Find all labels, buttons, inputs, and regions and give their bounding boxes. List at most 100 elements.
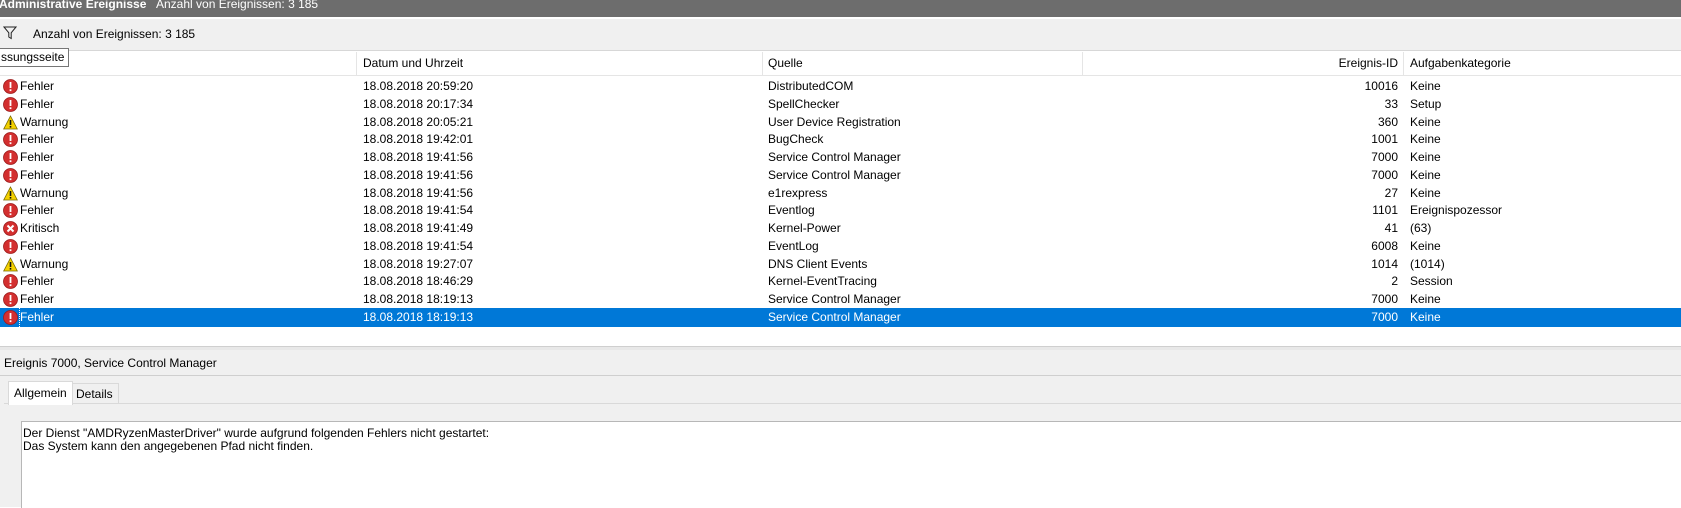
cell-datetime: 18.08.2018 20:17:34 xyxy=(363,96,474,111)
cell-level: Warnung xyxy=(20,185,69,200)
column-header-event-id[interactable]: Ereignis-ID xyxy=(1339,56,1398,70)
cell-datetime: 18.08.2018 19:42:01 xyxy=(363,132,474,147)
cell-source: DistributedCOM xyxy=(768,79,854,93)
table-row[interactable]: Warnung 18.08.2018 19:41:56 e1rexpress 27 Ke… xyxy=(0,184,1681,203)
cell-category: Session xyxy=(1410,274,1453,289)
error-icon xyxy=(3,203,18,219)
cell-event-id: 2 xyxy=(1391,274,1398,289)
column-header-source[interactable]: Quelle xyxy=(768,56,803,70)
filter-icon[interactable] xyxy=(3,26,17,40)
filter-bar: Anzahl von Ereignissen: 3 185 xyxy=(0,19,1681,51)
cell-source: Service Control Manager xyxy=(768,309,901,324)
error-icon xyxy=(3,150,18,165)
cell-level: Fehler xyxy=(20,203,55,218)
cell-level: Fehler xyxy=(20,238,55,253)
warning-icon xyxy=(3,185,18,200)
event-message-line: Das System kann den angegebenen Pfad nic… xyxy=(23,439,314,453)
warning-icon xyxy=(3,114,18,129)
table-row[interactable]: Fehler 18.08.2018 19:42:01 BugCheck 1001 Kei… xyxy=(0,130,1681,149)
cell-level: Fehler xyxy=(20,96,55,111)
cell-source: Eventlog xyxy=(768,203,815,218)
cell-datetime: 18.08.2018 19:41:54 xyxy=(363,238,474,253)
error-icon xyxy=(3,79,18,94)
column-header-category[interactable]: Aufgabenkategorie xyxy=(1410,56,1511,70)
cell-datetime: 18.08.2018 19:41:56 xyxy=(363,185,474,200)
cell-level: Fehler xyxy=(20,309,55,324)
cell-source: BugCheck xyxy=(768,132,824,147)
table-row[interactable]: Fehler 18.08.2018 18:19:13 Service Control… xyxy=(0,290,1681,309)
column-separator[interactable] xyxy=(1403,52,1404,75)
table-row[interactable]: Warnung 18.08.2018 19:27:07 DNS Client Eve… xyxy=(0,255,1681,274)
error-icon xyxy=(3,292,18,307)
cell-event-id: 6008 xyxy=(1371,238,1398,253)
table-row[interactable]: Fehler 18.08.2018 19:41:56 Service Control… xyxy=(0,148,1681,167)
event-list[interactable]: Datum und Uhrzeit Quelle Ereignis-ID Auf… xyxy=(0,52,1681,347)
cell-level: Warnung xyxy=(20,256,69,271)
cell-level: Warnung xyxy=(20,114,69,129)
cell-level: Fehler xyxy=(20,167,55,182)
cell-category: Keine xyxy=(1410,114,1441,129)
cell-event-id: 7000 xyxy=(1371,309,1398,324)
cell-datetime: 18.08.2018 20:59:20 xyxy=(363,79,474,93)
error-icon xyxy=(3,167,18,183)
cell-datetime: 18.08.2018 19:41:49 xyxy=(363,221,474,235)
cell-datetime: 18.08.2018 20:05:21 xyxy=(363,114,474,129)
error-icon xyxy=(3,96,18,112)
column-separator[interactable] xyxy=(762,52,763,75)
tooltip: ssungsseite xyxy=(0,48,70,67)
critical-icon xyxy=(3,221,18,236)
table-row[interactable]: Fehler 18.08.2018 20:59:20 DistributedCOM 1… xyxy=(0,77,1681,96)
cell-source: DNS Client Events xyxy=(768,256,868,271)
cell-category: Keine xyxy=(1410,167,1441,182)
cell-datetime: 18.08.2018 19:41:56 xyxy=(363,150,474,164)
cell-datetime: 18.08.2018 19:41:56 xyxy=(363,167,474,182)
cell-category: Keine xyxy=(1410,79,1441,93)
table-row[interactable]: Fehler 18.08.2018 19:41:54 EventLog 6008 Kei… xyxy=(0,237,1681,256)
cell-category: Keine xyxy=(1410,132,1441,147)
event-detail-title: Ereignis 7000, Service Control Manager xyxy=(4,356,217,370)
cell-event-id: 7000 xyxy=(1371,167,1398,182)
table-row[interactable]: Fehler 18.08.2018 20:17:34 SpellChecker 33 S… xyxy=(0,95,1681,114)
table-row[interactable]: Fehler 18.08.2018 18:19:13 Service Control… xyxy=(0,307,1681,327)
cell-source: Service Control Manager xyxy=(768,167,901,182)
table-row[interactable]: Fehler 18.08.2018 19:41:54 Eventlog 1101 Ere… xyxy=(0,201,1681,220)
cell-category: Setup xyxy=(1410,96,1442,111)
cell-datetime: 18.08.2018 18:19:13 xyxy=(363,292,474,306)
cell-event-id: 41 xyxy=(1384,221,1398,235)
cell-category: Keine xyxy=(1410,150,1441,164)
cell-datetime: 18.08.2018 19:27:07 xyxy=(363,256,474,271)
cell-source: User Device Registration xyxy=(768,114,901,129)
error-icon xyxy=(3,238,18,254)
column-separator[interactable] xyxy=(356,52,357,75)
table-row[interactable]: Warnung 18.08.2018 20:05:21 User Device Re… xyxy=(0,113,1681,132)
tab-allgemein[interactable]: Allgemein xyxy=(8,381,73,405)
column-separator[interactable] xyxy=(1082,52,1083,75)
cell-event-id: 1014 xyxy=(1371,256,1398,271)
event-message-box[interactable]: Der Dienst "AMDRyzenMasterDriver" wurde … xyxy=(21,421,1681,508)
cell-source: Service Control Manager xyxy=(768,292,901,306)
table-row[interactable]: Fehler 18.08.2018 19:41:56 Service Control… xyxy=(0,166,1681,185)
event-message-line: Der Dienst "AMDRyzenMasterDriver" wurde … xyxy=(23,426,490,440)
error-icon xyxy=(3,309,18,325)
cell-event-id: 1101 xyxy=(1372,203,1398,218)
cell-category: (63) xyxy=(1410,221,1432,235)
cell-event-id: 10016 xyxy=(1364,79,1398,93)
cell-source: Service Control Manager xyxy=(768,150,901,164)
cell-source: e1rexpress xyxy=(768,185,828,200)
cell-level: Fehler xyxy=(20,292,55,306)
error-icon xyxy=(3,132,18,148)
cell-level: Fehler xyxy=(20,132,55,147)
column-header-datetime[interactable]: Datum und Uhrzeit xyxy=(363,56,463,70)
cell-category: Ereignispozessor xyxy=(1410,203,1503,218)
cell-level: Kritisch xyxy=(20,221,60,235)
tab-details[interactable]: Details xyxy=(70,383,119,404)
cell-source: EventLog xyxy=(768,238,819,253)
cell-event-id: 1001 xyxy=(1371,132,1398,147)
cell-event-id: 360 xyxy=(1377,114,1398,129)
window-titlebar: Administrative Ereignisse Anzahl von Ere… xyxy=(0,0,1681,17)
cell-event-id: 7000 xyxy=(1371,292,1398,306)
table-row[interactable]: Kritisch 18.08.2018 19:41:49 Kernel-Power 4… xyxy=(0,219,1681,238)
tab-underline xyxy=(4,403,1681,404)
table-row[interactable]: Fehler 18.08.2018 18:46:29 Kernel-EventTra… xyxy=(0,272,1681,291)
cell-datetime: 18.08.2018 19:41:54 xyxy=(363,203,474,218)
